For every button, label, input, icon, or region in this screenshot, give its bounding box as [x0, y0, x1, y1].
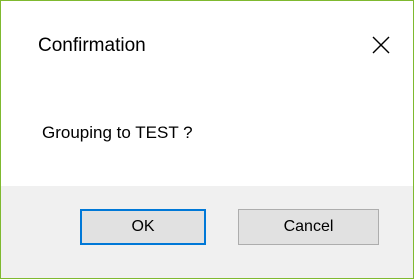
- cancel-button[interactable]: Cancel: [238, 209, 379, 245]
- dialog-title: Confirmation: [38, 35, 146, 56]
- ok-button[interactable]: OK: [80, 209, 206, 245]
- close-button[interactable]: [359, 23, 403, 67]
- ok-button-label: OK: [131, 218, 155, 235]
- cancel-button-label: Cancel: [283, 218, 334, 235]
- close-icon: [372, 36, 390, 54]
- confirmation-dialog: Confirmation Grouping to TEST ? OK Cance…: [0, 0, 414, 279]
- button-bar: OK Cancel: [1, 186, 413, 278]
- dialog-message: Grouping to TEST ?: [42, 123, 193, 142]
- title-bar: Confirmation: [1, 1, 413, 89]
